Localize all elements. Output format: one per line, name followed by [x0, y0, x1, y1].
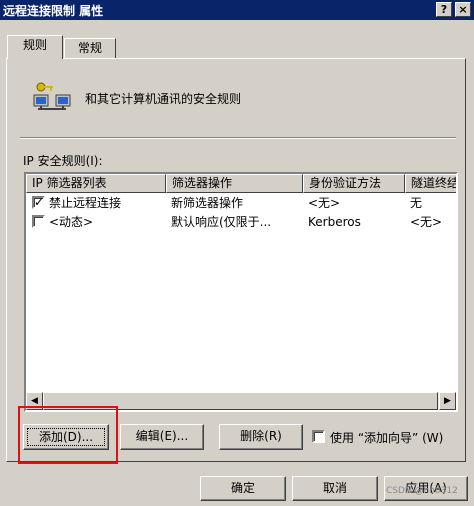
use-wizard-checkbox[interactable] [312, 430, 325, 443]
help-button[interactable]: ? [436, 2, 452, 17]
ok-button[interactable]: 确定 [200, 476, 286, 501]
window-title: 远程连接限制 属性 [3, 4, 104, 18]
cell-filter-list: <动态> [49, 215, 94, 229]
network-computers-icon [33, 82, 71, 110]
cell-auth-method: <无> [308, 196, 341, 210]
rules-list[interactable]: IP 筛选器列表 筛选器操作 身份验证方法 隧道终结 ✓ 禁止远程连接 新筛选器… [24, 172, 458, 412]
header-description: 和其它计算机通讯的安全规则 [85, 92, 242, 106]
column-header-auth-method[interactable]: 身份验证方法 [303, 174, 405, 193]
cancel-button[interactable]: 取消 [292, 476, 378, 501]
remove-button[interactable]: 删除(R) [219, 424, 303, 450]
close-button[interactable]: × [455, 2, 471, 17]
title-bar[interactable]: 远程连接限制 属性 ? × [0, 0, 474, 20]
table-row[interactable]: <动态> 默认响应(仅限于... Kerberos <无> [26, 213, 456, 231]
column-header-filter-action[interactable]: 筛选器操作 [166, 174, 303, 193]
cell-tunnel: <无> [410, 215, 443, 229]
highlight-box [18, 406, 118, 464]
column-header-tunnel[interactable]: 隧道终结 [405, 174, 456, 193]
cell-filter-action: 默认响应(仅限于... [171, 215, 272, 229]
edit-button[interactable]: 编辑(E)... [120, 424, 204, 450]
cell-filter-list: 禁止远程连接 [49, 196, 122, 210]
watermark: CSDN @hh0312 [386, 486, 458, 496]
use-wizard-label[interactable]: 使用 “添加向导” (W) [330, 429, 443, 446]
cell-filter-action: 新筛选器操作 [171, 196, 244, 210]
rule-checkbox[interactable]: ✓ [32, 196, 45, 209]
column-header-filter-list[interactable]: IP 筛选器列表 [26, 174, 166, 193]
check-icon: ✓ [34, 195, 45, 209]
scroll-right-button[interactable]: ▶ [439, 392, 456, 410]
tab-general[interactable]: 常规 [64, 38, 116, 58]
rule-checkbox[interactable] [32, 215, 45, 228]
cell-auth-method: Kerberos [308, 215, 361, 229]
separator [20, 137, 456, 139]
table-row[interactable]: ✓ 禁止远程连接 新筛选器操作 <无> 无 [26, 194, 456, 212]
cell-tunnel: 无 [410, 196, 423, 210]
rules-list-label: IP 安全规则(I): [23, 154, 103, 168]
tab-rules[interactable]: 规则 [7, 35, 63, 59]
